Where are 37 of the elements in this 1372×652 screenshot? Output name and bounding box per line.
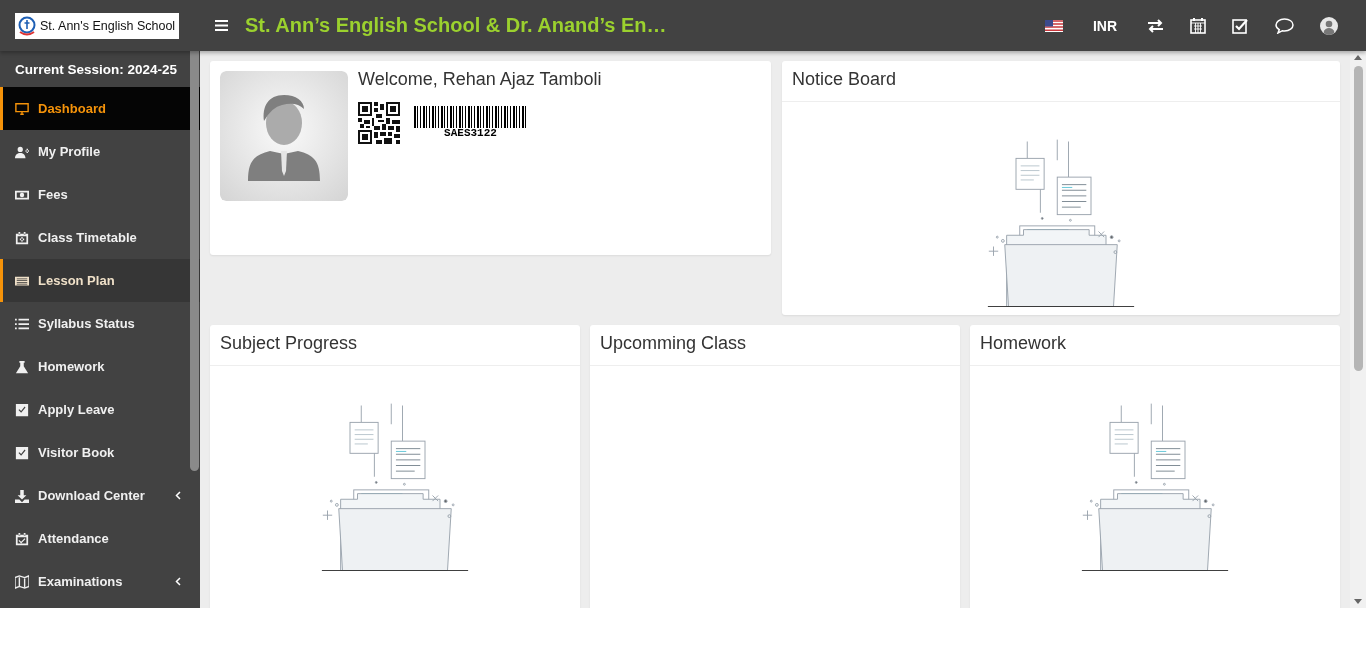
school-title: St. Ann’s English School & Dr. Anand’s En… bbox=[245, 14, 667, 37]
sidebar-scrollbar[interactable] bbox=[190, 51, 199, 471]
qr-code-icon bbox=[358, 102, 400, 144]
avatar-icon[interactable] bbox=[1320, 16, 1338, 35]
barcode-icon bbox=[414, 106, 527, 128]
flag-icon[interactable] bbox=[1044, 19, 1063, 32]
sidebar-item[interactable]: Dashboard bbox=[0, 87, 200, 130]
school-name: St. Ann's English School bbox=[40, 18, 176, 33]
checkbox-icon[interactable] bbox=[1232, 17, 1249, 34]
checkbox-icon bbox=[15, 402, 29, 417]
sidebar-item[interactable]: Lesson Plan bbox=[0, 259, 200, 302]
crest-icon bbox=[18, 15, 36, 36]
calendar-icon[interactable] bbox=[1190, 17, 1206, 34]
session-label: Current Session: 2024-25 bbox=[14, 60, 179, 79]
swap-arrows-icon[interactable] bbox=[1147, 18, 1164, 33]
calendar-plus-icon bbox=[15, 230, 29, 245]
card-title: Subject Progress bbox=[210, 325, 580, 366]
user-plus-icon bbox=[15, 144, 29, 159]
monitor-icon bbox=[15, 101, 29, 116]
menu-icon[interactable] bbox=[215, 20, 228, 31]
scroll-down-icon[interactable] bbox=[1354, 599, 1362, 604]
numbered-list-icon bbox=[15, 316, 29, 331]
card-title: Upcomming Class bbox=[590, 325, 960, 366]
school-logo[interactable]: St. Ann's English School bbox=[15, 12, 179, 39]
page-scrollbar[interactable] bbox=[1350, 51, 1366, 608]
calendar-check-icon bbox=[15, 531, 29, 546]
checkbox-icon bbox=[15, 445, 29, 460]
card-title: Homework bbox=[970, 325, 1340, 366]
card-title: Notice Board bbox=[782, 61, 1340, 102]
welcome-message: Welcome, Rehan Ajaz Tamboli bbox=[358, 69, 602, 90]
scroll-up-icon[interactable] bbox=[1354, 55, 1362, 60]
download-icon bbox=[15, 488, 29, 503]
currency-selector[interactable]: INR bbox=[1088, 17, 1121, 34]
map-icon bbox=[15, 574, 29, 589]
student-id: SAES3122 bbox=[444, 128, 497, 139]
chat-bubble-icon[interactable] bbox=[1275, 17, 1294, 34]
flask-icon bbox=[15, 359, 29, 374]
